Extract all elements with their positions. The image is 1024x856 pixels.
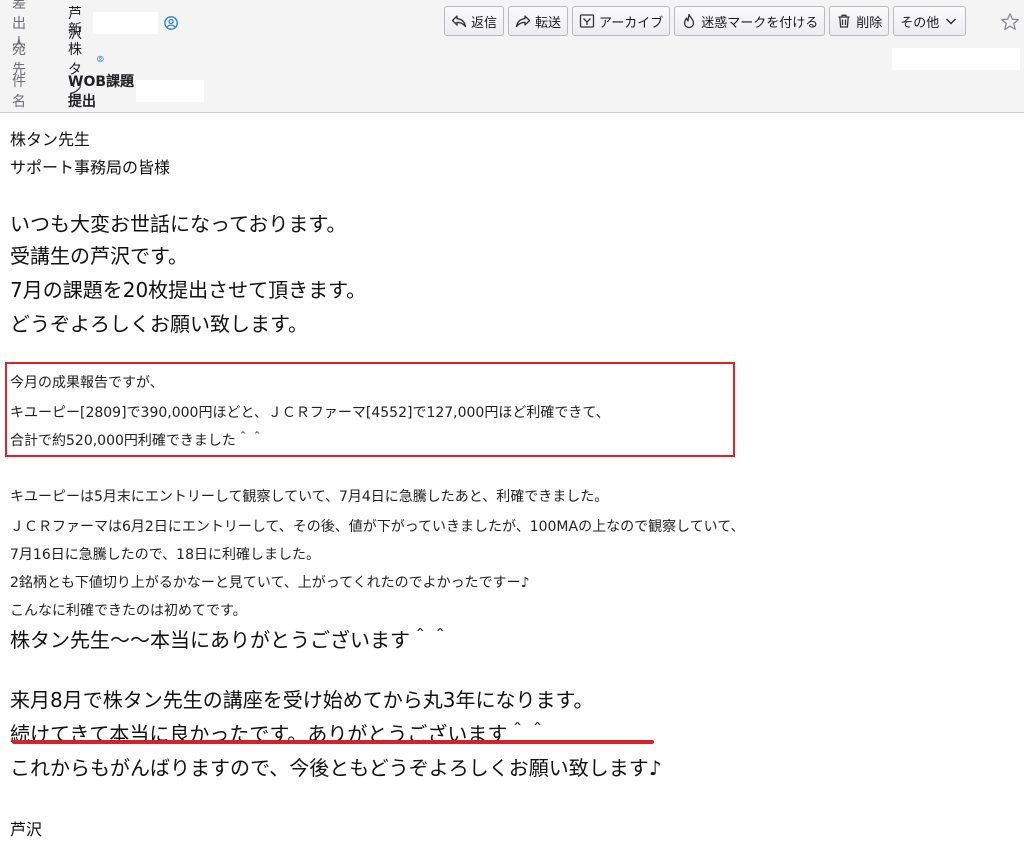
forward-label: 転送 xyxy=(535,15,562,31)
subject-value: WOB課題提出 xyxy=(68,71,205,111)
redacted-area xyxy=(892,48,1020,70)
detail-line: ＪＣＲファーマは6月2日にエントリーして、その後、値が下がっていきましたが、10… xyxy=(10,519,745,535)
archive-label: アーカイブ xyxy=(599,15,664,31)
paragraph-line: 7月の課題を20枚提出させて頂きます。 xyxy=(10,278,367,302)
detail-line: キユーピーは5月末にエントリーして観察していて、7月4日に急騰したあと、利確でき… xyxy=(10,489,609,505)
reply-icon xyxy=(451,15,467,28)
redacted-area xyxy=(136,80,205,102)
detail-line: こんなに利確できたのは初めてです。 xyxy=(10,603,247,619)
subject-text: WOB課題提出 xyxy=(68,74,135,110)
reply-label: 返信 xyxy=(471,15,498,31)
chevron-down-icon xyxy=(946,18,957,25)
reply-button[interactable]: 返信 xyxy=(444,6,505,36)
trash-icon xyxy=(838,14,850,28)
thanks-line: 株タン先生～～本当にありがとうございます＾＾ xyxy=(10,628,450,652)
greeting-line: サポート事務局の皆様 xyxy=(10,158,171,177)
red-underline xyxy=(12,740,654,744)
junk-button[interactable]: 迷惑マークを付ける xyxy=(674,6,826,36)
junk-label: 迷惑マークを付ける xyxy=(701,15,819,31)
greeting-line: 株タン先生 xyxy=(10,130,91,149)
detail-line: 7月16日に急騰したので、18日に利確しました。 xyxy=(10,547,320,563)
paragraph-line: いつも大変お世話になっております。 xyxy=(10,212,347,236)
archive-button[interactable]: アーカイブ xyxy=(572,6,671,36)
archive-icon xyxy=(579,14,595,28)
highlight-box xyxy=(5,362,735,457)
flame-icon xyxy=(684,13,695,29)
delete-button[interactable]: 削除 xyxy=(829,6,890,36)
paragraph-line: 受講生の芦沢です。 xyxy=(10,244,188,268)
thanks-line: 来月8月で株タン先生の講座を受け始めてから丸3年になります。 xyxy=(10,688,594,712)
contact-icon[interactable] xyxy=(97,51,104,67)
more-label: その他 xyxy=(900,15,940,31)
forward-button[interactable]: 転送 xyxy=(508,6,569,36)
contact-icon[interactable] xyxy=(164,15,178,31)
star-icon[interactable] xyxy=(1000,12,1020,32)
forward-icon xyxy=(515,15,531,28)
signature: 芦沢 xyxy=(10,820,43,839)
thanks-line: これからもがんばりますので、今後ともどうぞよろしくお願い致します♪ xyxy=(10,756,662,780)
more-button[interactable]: その他 xyxy=(893,6,967,36)
delete-label: 削除 xyxy=(856,15,883,31)
message-toolbar: 返信 転送 アーカイブ 迷惑マークを付ける 削除 その他 xyxy=(444,6,967,38)
message-header: 差出人 芦沢 宛先 新株タン 件名 WOB課題提出 返信 転送 アーカイブ 迷惑… xyxy=(0,0,1024,113)
detail-line: 2銘柄とも下値切り上がるかなーと見ていて、上がってくれたのでよかったですー♪ xyxy=(10,575,530,591)
paragraph-line: どうぞよろしくお願い致します。 xyxy=(10,312,308,336)
subject-label: 件名 xyxy=(12,74,26,110)
